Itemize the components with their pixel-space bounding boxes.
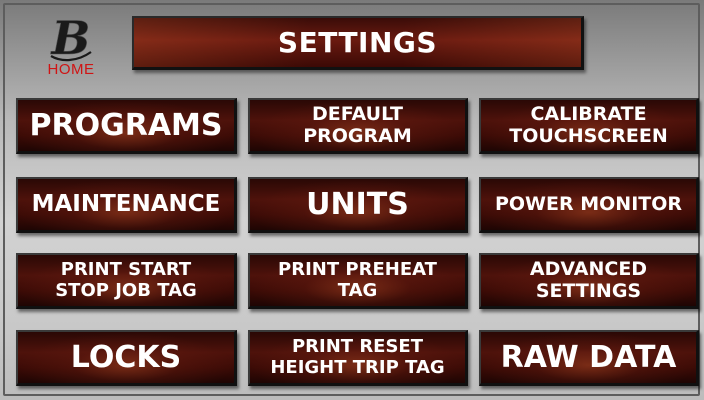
print-start-stop-job-tag-button-label: PRINT START STOP JOB TAG <box>55 259 197 301</box>
locks-button-label: LOCKS <box>70 339 182 375</box>
print-reset-height-trip-tag-button[interactable]: PRINT RESET HEIGHT TRIP TAG <box>248 330 468 386</box>
page-title-bar: SETTINGS <box>132 16 584 70</box>
locks-button[interactable]: LOCKS <box>16 330 237 386</box>
print-preheat-tag-button[interactable]: PRINT PREHEAT TAG <box>248 253 468 309</box>
maintenance-button[interactable]: MAINTENANCE <box>16 177 237 233</box>
programs-button[interactable]: PROGRAMS <box>16 98 237 154</box>
advanced-settings-button[interactable]: ADVANCED SETTINGS <box>479 253 699 309</box>
default-program-button[interactable]: DEFAULT PROGRAM <box>248 98 468 154</box>
settings-screen: B HOME SETTINGS PROGRAMS DEFAULT PROGRAM… <box>0 0 704 400</box>
programs-button-label: PROGRAMS <box>29 107 223 143</box>
raw-data-button[interactable]: RAW DATA <box>479 330 699 386</box>
maintenance-button-label: MAINTENANCE <box>31 190 221 217</box>
home-button[interactable]: B HOME <box>34 12 108 82</box>
print-reset-height-trip-tag-button-label: PRINT RESET HEIGHT TRIP TAG <box>270 336 445 378</box>
print-start-stop-job-tag-button[interactable]: PRINT START STOP JOB TAG <box>16 253 237 309</box>
b-logo-icon: B <box>49 12 92 64</box>
home-label: HOME <box>47 61 95 78</box>
power-monitor-button[interactable]: POWER MONITOR <box>479 177 699 233</box>
raw-data-button-label: RAW DATA <box>500 339 677 375</box>
power-monitor-button-label: POWER MONITOR <box>494 192 683 215</box>
calibrate-touchscreen-button-label: CALIBRATE TOUCHSCREEN <box>509 103 668 147</box>
print-preheat-tag-button-label: PRINT PREHEAT TAG <box>278 259 437 301</box>
default-program-button-label: DEFAULT PROGRAM <box>303 103 412 147</box>
units-button[interactable]: UNITS <box>248 177 468 233</box>
units-button-label: UNITS <box>306 186 409 222</box>
calibrate-touchscreen-button[interactable]: CALIBRATE TOUCHSCREEN <box>479 98 699 154</box>
advanced-settings-button-label: ADVANCED SETTINGS <box>529 258 648 302</box>
page-title: SETTINGS <box>277 26 438 59</box>
